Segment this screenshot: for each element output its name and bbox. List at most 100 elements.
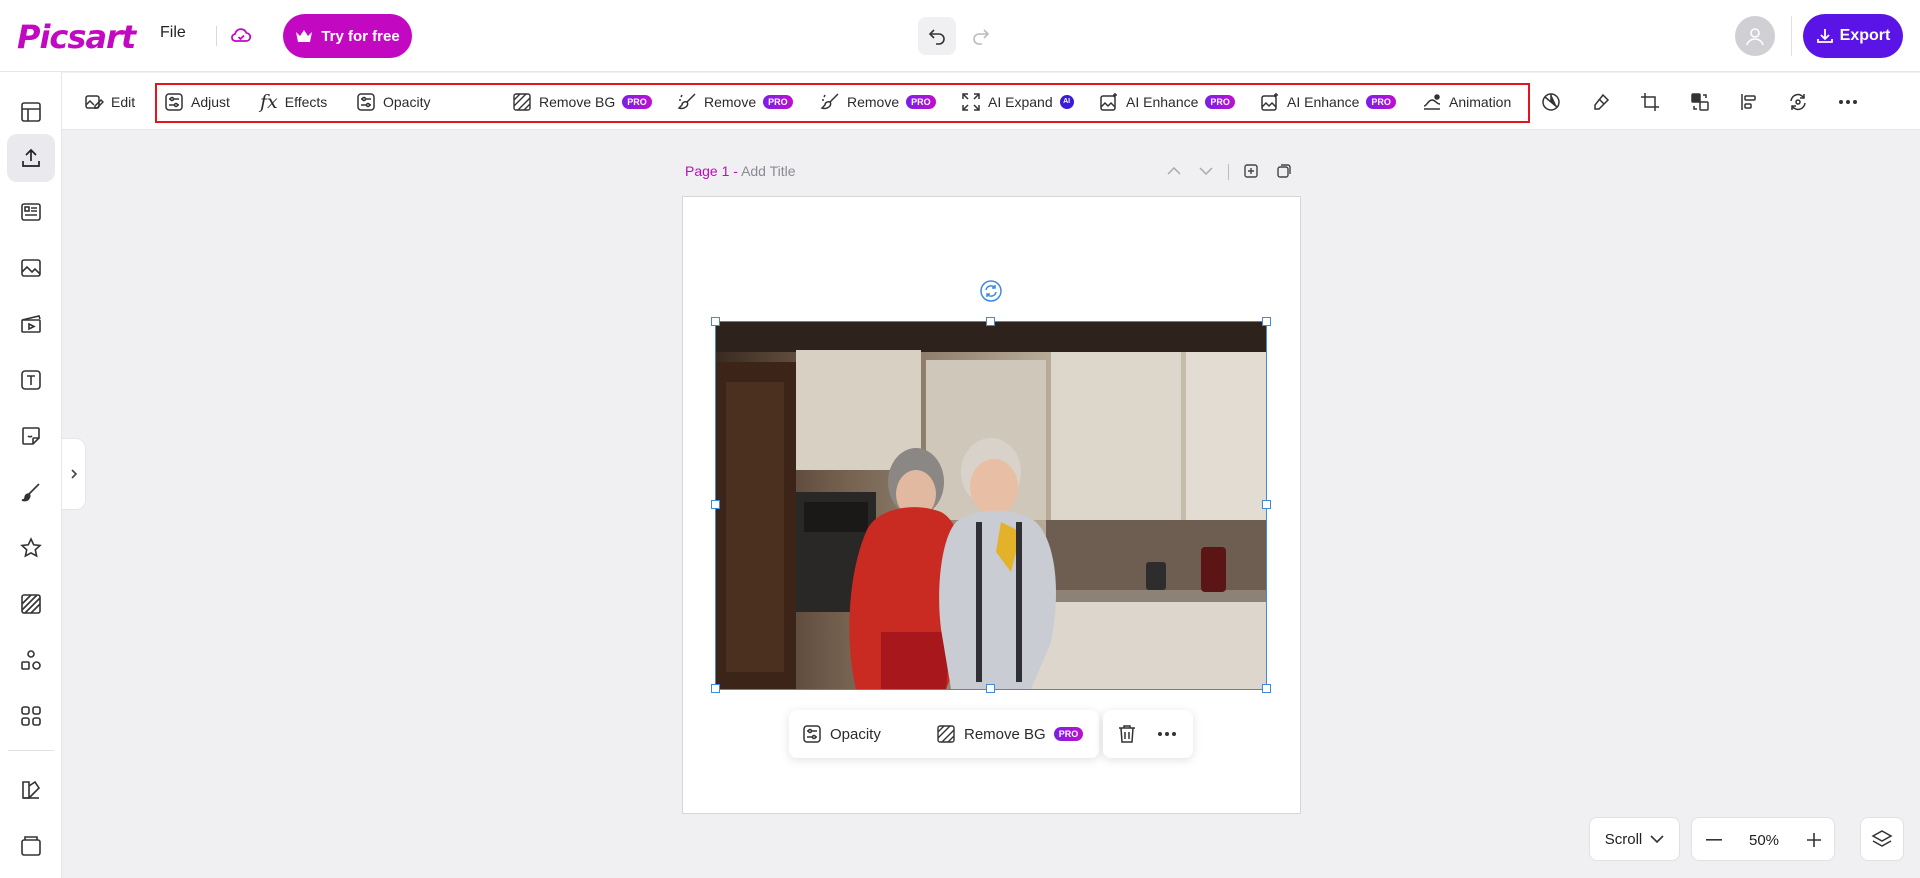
toolbar-ai-expand-label: AI Expand [988,93,1053,110]
minus-icon [1706,839,1722,841]
videos-icon[interactable] [7,300,55,348]
toolbar-opacity[interactable]: Opacity [356,73,430,130]
upload-icon[interactable] [7,134,55,182]
more-icon[interactable] [1830,73,1866,130]
page-title[interactable]: Page 1 - Add Title [685,163,796,179]
draw-brush-icon[interactable] [7,468,55,516]
toolbar-effects[interactable]: fx Effects [260,73,327,130]
toolbar-ai-expand[interactable]: AI Expand AI [961,73,1074,130]
templates-icon[interactable] [7,88,55,136]
favorites-star-icon[interactable] [7,524,55,572]
redo-button[interactable] [962,17,1000,55]
delete-button[interactable] [1111,710,1143,758]
resize-handle-bottom-left[interactable] [711,684,720,693]
user-icon [1744,25,1766,47]
expand-icon [961,92,981,112]
scroll-mode-label: Scroll [1604,830,1643,848]
collapse-sidebar-button[interactable] [62,438,86,510]
floating-more-button[interactable] [1151,710,1183,758]
try-for-free-button[interactable]: Try for free [283,14,412,58]
toolbar-ai-enhance-1[interactable]: AI Enhance PRO [1099,73,1235,130]
toolbar-ai-enhance-2[interactable]: AI Enhance PRO [1260,73,1396,130]
zoom-in-button[interactable] [1796,818,1832,862]
image-toolbar: Edit Adjust fx Effects Opacity Remove BG… [62,73,1920,130]
toolbar-remove-1[interactable]: Remove PRO [677,73,793,130]
add-page-icon [1243,163,1259,179]
pro-badge: PRO [622,94,652,109]
chevron-right-icon [70,468,78,480]
layers-button[interactable] [1860,817,1904,861]
toolbar-ai-enhance-1-label: AI Enhance [1126,93,1199,110]
header-divider [216,26,217,46]
adjust-icon [164,92,184,112]
header-divider-right [1791,16,1792,56]
elements-icon[interactable] [7,636,55,684]
page-controls-divider [1228,164,1229,180]
text-templates-icon[interactable] [7,188,55,236]
eraser-icon[interactable] [1583,73,1619,130]
selected-photo[interactable] [716,322,1266,689]
scroll-mode-select[interactable]: Scroll [1589,817,1680,861]
brand-kit-icon[interactable] [7,766,55,814]
export-label: Export [1839,27,1891,44]
photos-icon[interactable] [7,244,55,292]
page-up-button[interactable] [1163,160,1185,182]
toolbar-remove-bg[interactable]: Remove BG PRO [512,73,652,130]
text-icon[interactable] [7,356,55,404]
toolbar-opacity-label: Opacity [383,93,431,110]
user-avatar[interactable] [1735,16,1775,56]
resize-handle-bottom[interactable] [986,684,995,693]
export-button[interactable]: Export [1803,14,1903,58]
resize-handle-top-left[interactable] [711,317,720,326]
toolbar-edit-label: Edit [111,93,136,110]
edit-image-icon [84,92,104,112]
rotate-icon [980,280,1002,302]
file-menu-button[interactable]: File [160,24,186,42]
pro-badge: PRO [1205,94,1235,109]
picsart-logo[interactable]: Picsart [17,18,136,56]
replace-icon[interactable] [1682,73,1718,130]
fx-icon: fx [260,90,278,113]
stickers-icon[interactable] [7,412,55,460]
floating-toolbar: Opacity Remove BG PRO [789,710,1099,758]
apps-grid-icon[interactable] [7,692,55,740]
add-page-button[interactable] [1240,160,1262,182]
backgrounds-icon[interactable] [7,580,55,628]
toolbar-remove-bg-label: Remove BG [539,93,616,110]
resize-handle-bottom-right[interactable] [1262,684,1271,693]
flip-icon[interactable] [1780,73,1816,130]
duplicate-page-button[interactable] [1273,160,1295,182]
chevron-up-icon [1167,167,1181,175]
align-icon[interactable] [1731,73,1767,130]
resize-handle-top[interactable] [986,317,995,326]
page-number: Page 1 - [685,163,738,179]
color-palette-icon[interactable] [1533,73,1569,130]
toolbar-edit[interactable]: Edit [84,73,135,130]
toolbar-adjust[interactable]: Adjust [164,73,230,130]
page-down-button[interactable] [1195,160,1217,182]
floating-remove-bg-button[interactable]: Remove BG PRO [936,710,1084,758]
undo-button[interactable] [918,17,956,55]
remove-bg-icon [936,724,956,744]
zoom-out-button[interactable] [1696,818,1732,862]
toolbar-animation[interactable]: Animation [1422,73,1511,130]
resize-handle-top-right[interactable] [1262,317,1271,326]
page-title-placeholder[interactable]: Add Title [741,163,795,179]
opacity-icon [356,92,376,112]
toolbar-animation-label: Animation [1449,93,1512,110]
floating-remove-bg-label: Remove BG [964,725,1046,743]
toolbar-adjust-label: Adjust [191,93,230,110]
floating-opacity-button[interactable]: Opacity [802,710,881,758]
opacity-icon [802,724,822,744]
plus-icon [1806,832,1822,848]
crop-icon[interactable] [1632,73,1668,130]
resize-handle-right[interactable] [1262,500,1271,509]
folder-icon[interactable] [7,822,55,870]
pro-badge: PRO [1366,94,1396,109]
zoom-level[interactable]: 50% [1732,818,1796,862]
toolbar-remove-2[interactable]: Remove PRO [820,73,936,130]
cloud-sync-icon[interactable] [229,23,253,47]
rotate-handle[interactable] [979,279,1003,303]
resize-handle-left[interactable] [711,500,720,509]
crown-icon [295,29,313,43]
